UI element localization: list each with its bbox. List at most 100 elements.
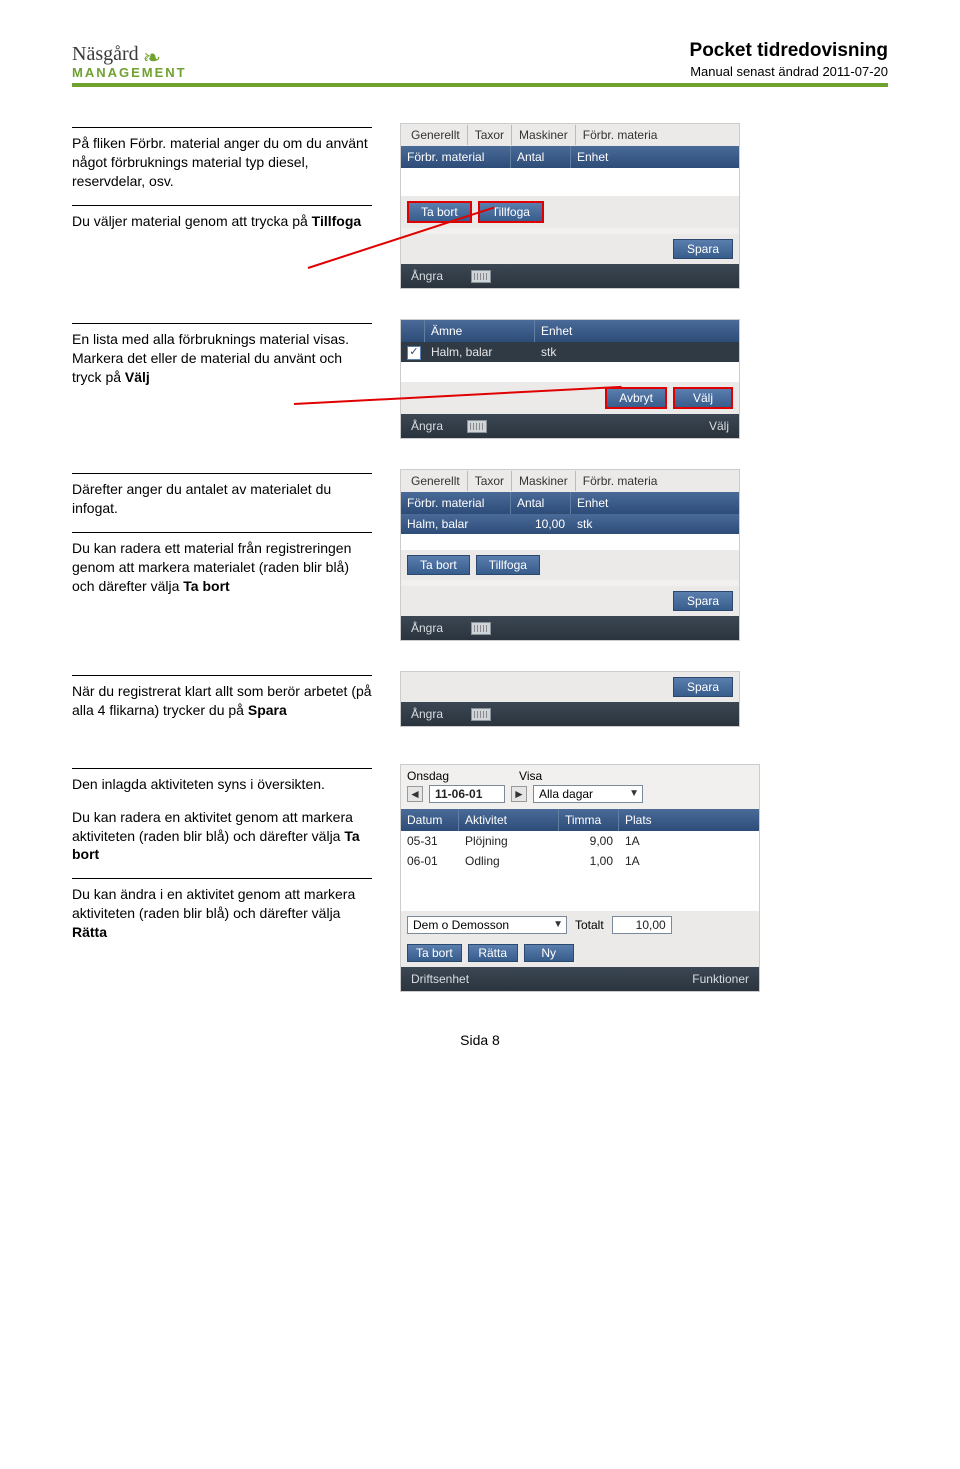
col-check (401, 320, 425, 342)
header-right: Pocket tidredovisning Manual senast ändr… (690, 40, 888, 79)
s3-p2-b: Ta bort (183, 578, 229, 594)
ta-bort-button[interactable]: Ta bort (407, 944, 462, 962)
save-row: Spara (401, 586, 739, 616)
tab-forbr-material[interactable]: Förbr. materia (576, 471, 665, 491)
tillfoga-button[interactable]: Tillfoga (478, 201, 544, 223)
avbryt-button[interactable]: Avbryt (605, 387, 667, 409)
ta-bort-button[interactable]: Ta bort (407, 201, 472, 223)
col-enhet: Enhet (571, 146, 739, 168)
save-row: Spara (401, 672, 739, 702)
visa-dropdown[interactable]: Alla dagar ▼ (533, 785, 643, 803)
screenshot-4: Spara Ångra (400, 671, 740, 727)
next-arrow-icon[interactable]: ► (511, 786, 527, 802)
date-field[interactable]: 11-06-01 (429, 785, 505, 803)
grid-header: Förbr. material Antal Enhet (401, 146, 739, 168)
s1-p2-pre: Du väljer material genom att trycka på (72, 213, 312, 229)
ta-bort-button[interactable]: Ta bort (407, 555, 470, 575)
col-timma: Timma (559, 809, 619, 831)
col-antal: Antal (511, 492, 571, 514)
ratta-button[interactable]: Rätta (468, 944, 518, 962)
chevron-down-icon: ▼ (547, 919, 563, 930)
section-3-text: Därefter anger du antalet av materialet … (72, 469, 372, 641)
s2-p-b: Välj (125, 369, 150, 385)
section-2: En lista med alla förbruknings material … (72, 319, 888, 439)
bottom-toolbar: Driftsenhet Funktioner (401, 967, 759, 991)
keyboard-icon[interactable] (471, 622, 491, 635)
cell-amne: Halm, balar (425, 345, 535, 359)
chevron-down-icon: ▼ (623, 788, 639, 799)
page-footer: Sida 8 (72, 1032, 888, 1048)
angra-link[interactable]: Ångra (411, 621, 443, 635)
section-1-text: På fliken Förbr. material anger du om du… (72, 123, 372, 289)
s5-p1: Den inlagda aktiviteten syns i översikte… (72, 776, 325, 792)
logo-top: Näsgård (72, 44, 139, 64)
table-row[interactable]: 06-01 Odling 1,00 1A (401, 851, 759, 871)
screenshot-3: Generellt Taxor Maskiner Förbr. materia … (400, 469, 740, 641)
s3-p1: Därefter anger du antalet av materialet … (72, 481, 331, 516)
col-enhet: Enhet (535, 320, 739, 342)
driftsenhet-link[interactable]: Driftsenhet (411, 972, 469, 986)
button-row: Ta bort Tillfoga (401, 196, 739, 228)
section-5-text: Den inlagda aktiviteten syns i översikte… (72, 764, 372, 992)
valj-button[interactable]: Välj (673, 387, 733, 409)
tab-taxor[interactable]: Taxor (468, 471, 512, 491)
visa-value: Alla dagar (539, 787, 593, 801)
keyboard-icon[interactable] (471, 708, 491, 721)
keyboard-icon[interactable] (467, 420, 487, 433)
grid-row[interactable]: Halm, balar 10,00 stk (401, 514, 739, 534)
leaf-icon: ❧ (143, 51, 161, 64)
section-1: På fliken Förbr. material anger du om du… (72, 123, 888, 289)
section-3: Därefter anger du antalet av materialet … (72, 469, 888, 641)
valj-link[interactable]: Välj (709, 419, 729, 433)
button-row: Ta bort Rätta Ny (401, 939, 759, 967)
tabs: Generellt Taxor Maskiner Förbr. materia (401, 124, 739, 146)
col-antal: Antal (511, 146, 571, 168)
grid-body (401, 168, 739, 196)
angra-link[interactable]: Ångra (411, 419, 443, 433)
col-material: Förbr. material (401, 146, 511, 168)
totalt-label: Totalt (575, 918, 604, 932)
tab-forbr-material[interactable]: Förbr. materia (576, 125, 665, 145)
cell-datum: 05-31 (401, 834, 459, 848)
col-datum: Datum (401, 809, 459, 831)
spara-button[interactable]: Spara (673, 677, 733, 697)
table-row[interactable]: 05-31 Plöjning 9,00 1A (401, 831, 759, 851)
keyboard-icon[interactable] (471, 270, 491, 283)
ny-button[interactable]: Ny (524, 944, 574, 962)
button-row: Avbryt Välj (401, 382, 739, 414)
tillfoga-button[interactable]: Tillfoga (476, 555, 540, 575)
s4-p-pre: När du registrerat klart allt som berör … (72, 683, 372, 718)
totalt-value: 10,00 (612, 916, 672, 934)
grid-row[interactable]: ✓ Halm, balar stk (401, 342, 739, 362)
tab-taxor[interactable]: Taxor (468, 125, 512, 145)
angra-link[interactable]: Ångra (411, 707, 443, 721)
angra-link[interactable]: Ångra (411, 269, 443, 283)
cell-aktivitet: Odling (459, 854, 559, 868)
grid-header: Förbr. material Antal Enhet (401, 492, 739, 514)
logo: Näsgård ❧ MANAGEMENT (72, 44, 187, 79)
cell-enhet: stk (571, 517, 739, 531)
page-subtitle: Manual senast ändrad 2011-07-20 (690, 64, 888, 79)
tab-maskiner[interactable]: Maskiner (512, 125, 576, 145)
spara-button[interactable]: Spara (673, 591, 733, 611)
grid-header: Datum Aktivitet Timma Plats (401, 809, 759, 831)
tab-generellt[interactable]: Generellt (404, 471, 468, 491)
section-4: När du registrerat klart allt som berör … (72, 671, 888, 734)
prev-arrow-icon[interactable]: ◄ (407, 786, 423, 802)
cell-plats: 1A (619, 854, 759, 868)
cell-plats: 1A (619, 834, 759, 848)
user-dropdown[interactable]: Dem o Demosson ▼ (407, 916, 567, 934)
col-aktivitet: Aktivitet (459, 809, 559, 831)
spara-button[interactable]: Spara (673, 239, 733, 259)
row-checkbox[interactable]: ✓ (407, 346, 421, 360)
tab-maskiner[interactable]: Maskiner (512, 471, 576, 491)
screenshot-1: Generellt Taxor Maskiner Förbr. materia … (400, 123, 740, 289)
page-header: Näsgård ❧ MANAGEMENT Pocket tidredovisni… (72, 40, 888, 87)
section-2-text: En lista med alla förbruknings material … (72, 319, 372, 439)
cell-timma: 9,00 (559, 834, 619, 848)
page: Näsgård ❧ MANAGEMENT Pocket tidredovisni… (0, 0, 960, 1078)
tab-generellt[interactable]: Generellt (404, 125, 468, 145)
funktioner-link[interactable]: Funktioner (692, 972, 749, 986)
s5-p2-pre: Du kan radera en aktivitet genom att mar… (72, 809, 353, 844)
save-row: Spara (401, 234, 739, 264)
